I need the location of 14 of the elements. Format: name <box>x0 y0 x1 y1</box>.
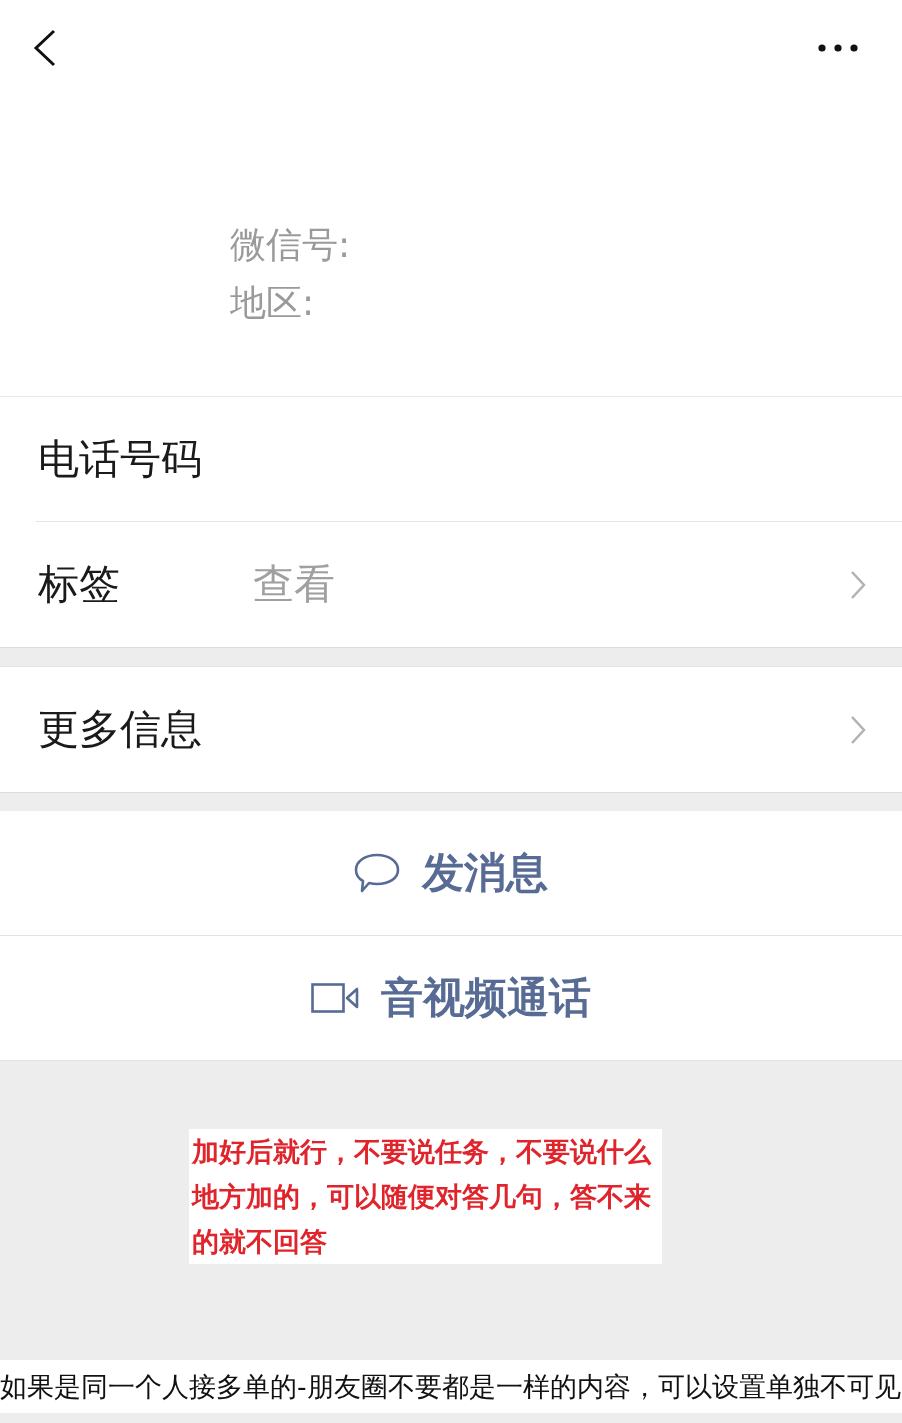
row-value: 查看 <box>253 559 335 610</box>
profile-field: 地区: <box>230 274 315 332</box>
back-button[interactable] <box>33 29 57 67</box>
video-camera-icon <box>311 983 359 1013</box>
back-icon <box>33 29 57 67</box>
row-label: 标签 <box>38 559 120 610</box>
more-button[interactable] <box>818 44 858 52</box>
row-label: 更多信息 <box>38 704 202 755</box>
caption-text: 如果是同一个人接多单的-朋友圈不要都是一样的内容，可以设置单独不可见 <box>0 1360 902 1413</box>
profile-field: 微信号: <box>230 216 351 274</box>
row-label: 电话号码 <box>38 434 202 485</box>
speech-bubble-icon <box>354 853 400 893</box>
note-text: 加好后就行，不要说任务，不要说什么地方加的，可以随便对答几句，答不来的就不回答 <box>189 1129 662 1264</box>
more-icon <box>818 44 858 52</box>
